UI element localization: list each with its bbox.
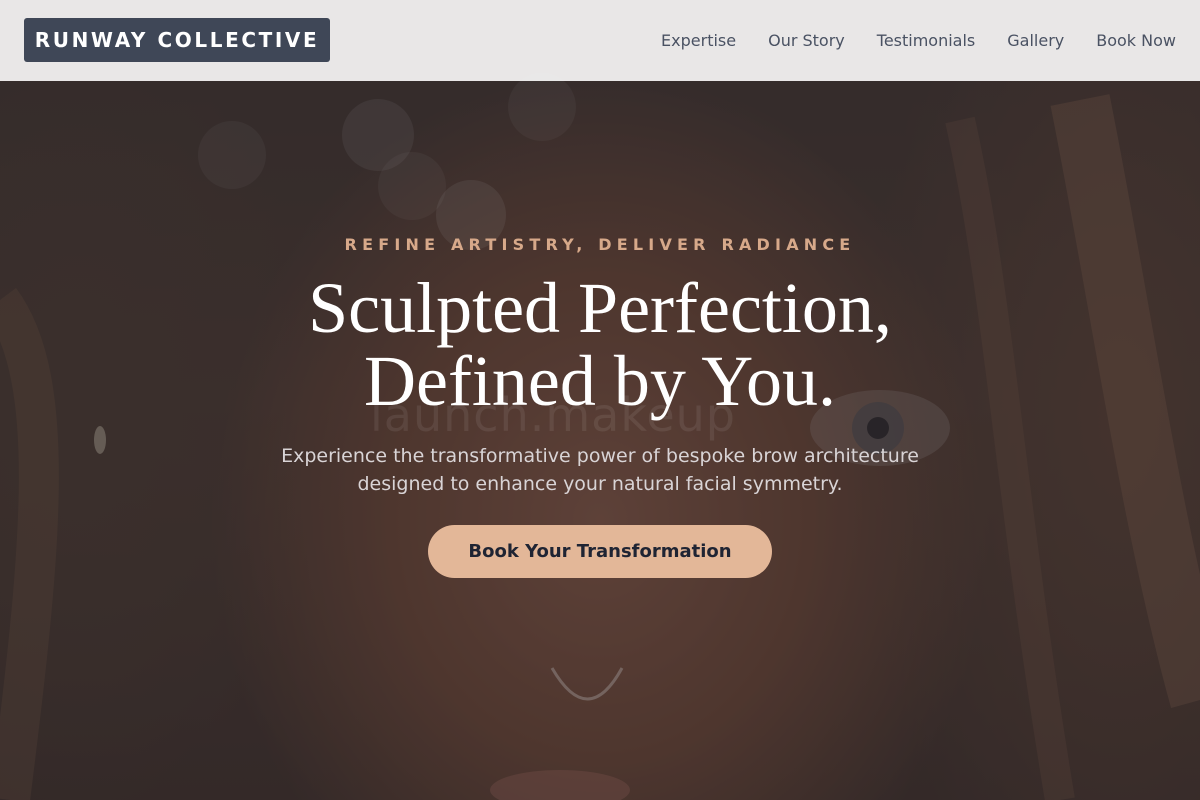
headline-line-2: Defined by You. — [363, 341, 836, 421]
hero-description: Experience the transformative power of b… — [281, 445, 919, 495]
hero-headline: Sculpted Perfection, Defined by You. — [0, 272, 1200, 418]
hero-tagline: REFINE ARTISTRY, DELIVER RADIANCE — [344, 235, 856, 254]
hero-section: REFINE ARTISTRY, DELIVER RADIANCE Sculpt… — [0, 0, 1200, 800]
landing-page: launch.makeup RUNWAY COLLECTIVE Expertis… — [0, 0, 1200, 800]
headline-line-1: Sculpted Perfection, — [308, 268, 892, 348]
book-transformation-button[interactable]: Book Your Transformation — [428, 525, 772, 578]
